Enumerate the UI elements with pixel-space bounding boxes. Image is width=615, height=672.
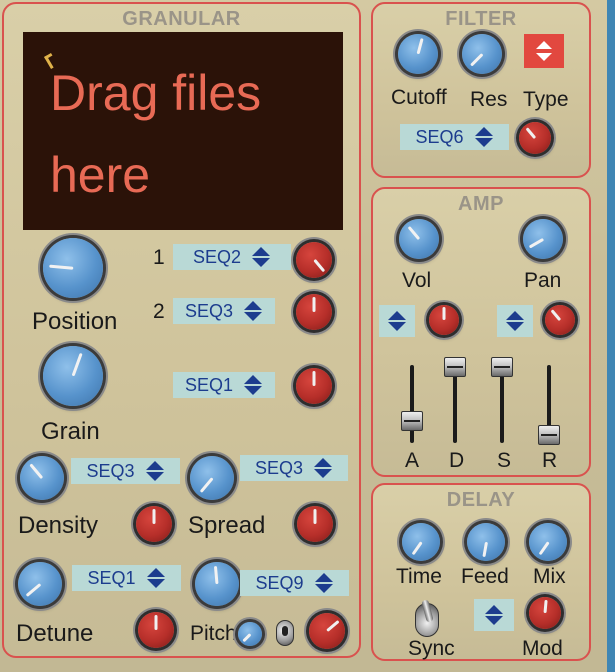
vol-label: Vol xyxy=(402,269,432,292)
up-down-arrows-icon xyxy=(146,567,166,589)
type-label: Type xyxy=(523,88,569,111)
density-seq-amount-knob[interactable] xyxy=(136,506,172,542)
density-seq-select[interactable]: SEQ3 xyxy=(71,458,180,484)
res-knob[interactable] xyxy=(462,34,502,74)
s-label: S xyxy=(497,449,512,472)
seq-value: SEQ1 xyxy=(87,567,136,588)
up-down-arrows-icon xyxy=(243,374,263,396)
mod-row-1-number: 1 xyxy=(153,246,165,269)
pitch-knob[interactable] xyxy=(195,562,239,606)
pan-knob[interactable] xyxy=(523,219,563,259)
pan-mod-amount-knob[interactable] xyxy=(545,305,575,335)
sync-label: Sync xyxy=(408,637,455,660)
pitch-toggle-switch[interactable] xyxy=(276,620,294,646)
position-knob[interactable] xyxy=(43,238,103,298)
grain-seq-select[interactable]: SEQ1 xyxy=(173,372,275,398)
res-label: Res xyxy=(470,88,508,111)
up-down-arrows-icon xyxy=(505,310,525,332)
up-down-arrows-icon xyxy=(251,246,271,268)
grain-knob[interactable] xyxy=(43,346,103,406)
amp-title: AMP xyxy=(458,193,504,215)
sustain-slider-thumb[interactable] xyxy=(491,357,513,377)
delay-mod-knob[interactable] xyxy=(529,597,561,629)
position-seq-1-select[interactable]: SEQ2 xyxy=(173,244,291,270)
r-label: R xyxy=(542,449,558,472)
delay-title: DELAY xyxy=(446,489,516,511)
spread-seq-select[interactable]: SEQ3 xyxy=(240,455,348,481)
seq-value: SEQ3 xyxy=(254,457,304,478)
mix-label: Mix xyxy=(533,565,566,588)
detune-seq-select[interactable]: SEQ1 xyxy=(72,565,181,591)
mod-row-2-number: 2 xyxy=(153,300,165,323)
feed-knob[interactable] xyxy=(467,523,505,561)
up-down-arrows-icon xyxy=(145,460,165,482)
seq-value: SEQ2 xyxy=(192,246,242,267)
position-seq-1-amount-knob[interactable] xyxy=(296,242,332,278)
attack-slider-track[interactable] xyxy=(410,365,414,443)
seq-value: SEQ1 xyxy=(184,374,234,395)
vol-mod-select[interactable] xyxy=(379,305,415,337)
filter-seq-amount-knob[interactable] xyxy=(519,122,551,154)
seq-value: SEQ3 xyxy=(86,460,135,481)
pitch-seq-select[interactable]: SEQ9 xyxy=(240,570,349,596)
seq-value: SEQ3 xyxy=(184,300,234,321)
pitch-seq-amount-knob[interactable] xyxy=(309,613,345,649)
spread-knob[interactable] xyxy=(190,456,234,500)
position-seq-2-select[interactable]: SEQ3 xyxy=(173,298,275,324)
window-edge xyxy=(607,0,615,672)
cutoff-knob[interactable] xyxy=(398,34,438,74)
attack-slider-thumb[interactable] xyxy=(401,411,423,431)
time-knob[interactable] xyxy=(402,523,440,561)
spread-label: Spread xyxy=(188,512,266,539)
up-down-arrows-icon xyxy=(474,126,494,148)
up-down-arrows-icon xyxy=(243,300,263,322)
pan-mod-select[interactable] xyxy=(497,305,533,337)
filter-panel: FILTER Cutoff Res Type SEQ6 xyxy=(371,2,591,178)
pitch-label: Pitch xyxy=(190,622,237,645)
seq-value: SEQ6 xyxy=(415,126,464,147)
detune-knob[interactable] xyxy=(18,562,62,606)
seq-value: SEQ9 xyxy=(255,572,304,593)
detune-seq-amount-knob[interactable] xyxy=(138,612,174,648)
delay-mod-select[interactable] xyxy=(474,599,514,631)
mix-knob[interactable] xyxy=(529,523,567,561)
feed-label: Feed xyxy=(461,565,509,588)
d-label: D xyxy=(449,449,465,472)
up-down-arrows-icon xyxy=(314,572,334,594)
grain-label: Grain xyxy=(41,418,100,445)
mod-label: Mod xyxy=(522,637,563,660)
vol-knob[interactable] xyxy=(399,219,439,259)
up-down-arrows-icon xyxy=(387,310,407,332)
density-label: Density xyxy=(18,512,99,539)
vol-mod-amount-knob[interactable] xyxy=(429,305,459,335)
release-slider-thumb[interactable] xyxy=(538,425,560,445)
time-label: Time xyxy=(396,565,442,588)
spread-seq-amount-knob[interactable] xyxy=(297,506,333,542)
file-drop-zone[interactable]: Drag files here xyxy=(23,32,343,230)
decay-slider-thumb[interactable] xyxy=(444,357,466,377)
filter-seq-select[interactable]: SEQ6 xyxy=(400,124,509,150)
amp-panel: AMP Vol Pan A D S R xyxy=(371,187,591,477)
position-label: Position xyxy=(32,308,118,335)
a-label: A xyxy=(405,449,420,472)
up-down-arrows-icon xyxy=(484,604,504,626)
grain-seq-amount-knob[interactable] xyxy=(296,368,332,404)
filter-title: FILTER xyxy=(445,8,517,30)
position-seq-2-amount-knob[interactable] xyxy=(296,294,332,330)
sync-toggle-switch[interactable] xyxy=(415,603,439,637)
up-down-arrows-icon xyxy=(313,457,333,479)
granular-panel: GRANULAR Drag files here Position 1 SEQ2… xyxy=(2,2,361,658)
pitch-fine-knob[interactable] xyxy=(238,622,262,646)
delay-panel: DELAY Time Feed Mix Sync Mod xyxy=(371,483,591,661)
cutoff-label: Cutoff xyxy=(391,86,447,109)
filter-type-button[interactable] xyxy=(524,34,564,68)
granular-title: GRANULAR xyxy=(122,8,241,30)
pan-label: Pan xyxy=(524,269,562,292)
dropzone-text: Drag files here xyxy=(50,65,262,203)
detune-label: Detune xyxy=(16,620,94,647)
density-knob[interactable] xyxy=(20,456,64,500)
